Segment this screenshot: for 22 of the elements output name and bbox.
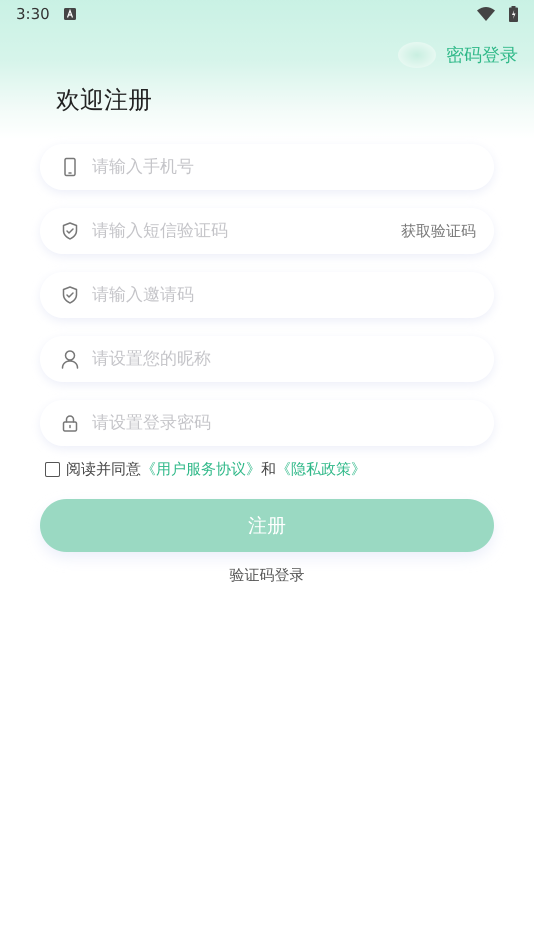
lock-icon	[60, 413, 80, 433]
password-login-link[interactable]: 密码登录	[446, 43, 518, 67]
page-title: 欢迎注册	[56, 85, 153, 116]
shield-check-icon	[60, 221, 80, 241]
agreement-checkbox[interactable]	[45, 462, 60, 477]
shield-check-icon	[60, 285, 80, 305]
privacy-policy-link[interactable]: 《隐私政策》	[276, 460, 366, 478]
user-agreement-link[interactable]: 《用户服务协议》	[141, 460, 261, 478]
get-code-button[interactable]: 获取验证码	[401, 222, 476, 240]
input-field[interactable]: 请输入邀请码	[90, 284, 476, 306]
input-field[interactable]: 请输入手机号	[90, 156, 476, 178]
agreement-text: 阅读并同意《用户服务协议》和《隐私政策》	[66, 460, 366, 479]
input-field[interactable]: 请设置您的昵称	[90, 348, 476, 370]
glow-decoration	[398, 42, 436, 68]
status-time: 3:30	[16, 5, 50, 23]
code-login-link[interactable]: 验证码登录	[230, 566, 304, 585]
input-field[interactable]: 请输入短信验证码	[90, 220, 391, 242]
battery-icon	[509, 6, 518, 22]
user-icon	[60, 349, 80, 369]
keyboard-indicator-icon	[64, 8, 76, 20]
input-field[interactable]: 请设置登录密码	[90, 412, 476, 434]
wifi-icon	[477, 7, 495, 21]
